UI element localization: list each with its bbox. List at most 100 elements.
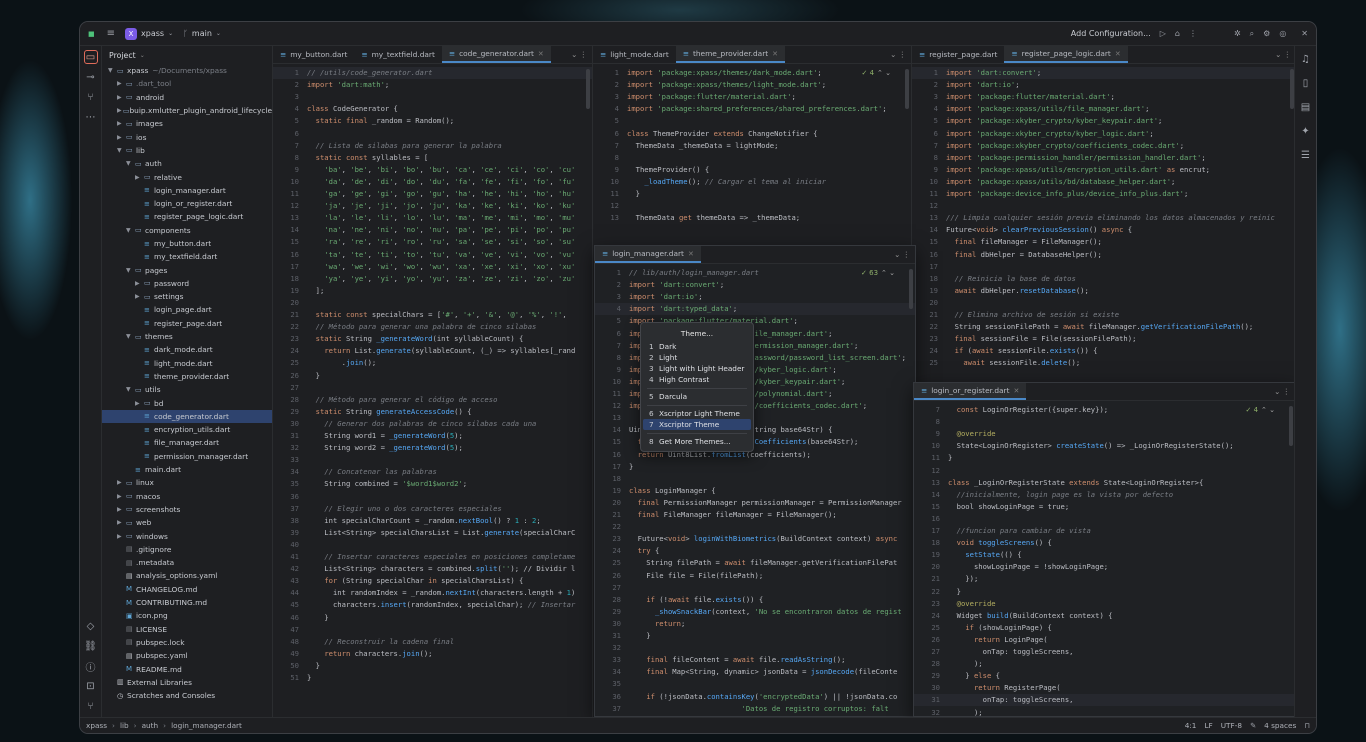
code-area[interactable]: ✓ 34⌃ ⌄1// /utils/code_generator.dart2im… xyxy=(273,65,592,717)
terminal-icon[interactable]: ⊡ xyxy=(84,679,98,693)
tree-item[interactable]: ▤ .gitignore xyxy=(102,543,272,556)
code-line[interactable]: import 'dart:typed_data'; xyxy=(629,303,737,315)
services-icon[interactable]: ⛓ xyxy=(84,639,98,653)
code-line[interactable]: 'ra', 're', 'ri', 'ro', 'ru', 'sa', 'se'… xyxy=(307,236,575,248)
commit-icon[interactable]: ⊸ xyxy=(84,70,98,84)
code-line[interactable]: import 'package:shared_preferences/share… xyxy=(627,103,887,115)
code-line[interactable]: // Método para generar el código de acce… xyxy=(307,394,498,406)
code-line[interactable]: const LoginOrRegister({super.key}); xyxy=(948,404,1108,416)
tree-item[interactable]: ≡ theme_provider.dart xyxy=(102,370,272,383)
tree-item[interactable]: ≡ my_textfield.dart xyxy=(102,250,272,263)
breadcrumb-item[interactable]: lib xyxy=(120,721,129,730)
lock-icon[interactable]: ⊓ xyxy=(1304,721,1310,730)
tree-item[interactable]: ≡ my_button.dart xyxy=(102,237,272,250)
code-line[interactable]: // Insertar caracteres especiales en pos… xyxy=(307,551,575,563)
editor-tab[interactable]: ≡ register_page.dart xyxy=(912,46,1004,63)
code-line[interactable]: bool showLoginPage = true; xyxy=(948,501,1070,513)
tree-item[interactable]: ≡ file_manager.dart xyxy=(102,436,272,449)
editor-tab[interactable]: ≡ register_page_logic.dart ✕ xyxy=(1004,46,1128,63)
tree-item[interactable]: ▼ ▭ themes xyxy=(102,330,272,343)
code-line[interactable]: 'da', 'de', 'di', 'do', 'du', 'fa', 'fe'… xyxy=(307,176,575,188)
code-line[interactable]: //funcion para cambiar de vista xyxy=(948,525,1091,537)
theme-option[interactable]: 8 Get More Themes... xyxy=(643,436,751,447)
tree-item[interactable]: M README.md xyxy=(102,662,272,675)
project-switcher[interactable]: xpass xyxy=(141,29,164,38)
tree-item[interactable]: ◷ Scratches and Consoles xyxy=(102,689,272,702)
theme-option[interactable]: 6 Xscriptor Light Theme xyxy=(643,408,751,419)
tree-item[interactable]: ≡ code_generator.dart xyxy=(102,409,272,424)
close-tab-icon[interactable]: ✕ xyxy=(1115,50,1121,58)
gem-icon[interactable]: ◇ xyxy=(84,619,98,633)
database-icon[interactable]: ▤ xyxy=(1299,100,1313,114)
editor-tab[interactable]: ≡ login_or_register.dart ✕ xyxy=(914,383,1027,400)
line-separator[interactable]: LF xyxy=(1204,721,1212,730)
vertical-scrollbar[interactable] xyxy=(586,69,590,109)
code-line[interactable]: return; xyxy=(629,618,685,630)
code-line[interactable]: _loadTheme(); // Cargar el tema al inici… xyxy=(627,176,826,188)
tree-item[interactable]: ▶ ▭ .dart_tool xyxy=(102,77,272,90)
tree-item[interactable]: ≡ encryption_utils.dart xyxy=(102,423,272,436)
code-line[interactable]: if (await sessionFile.exists()) { xyxy=(946,345,1098,357)
device-manager-icon[interactable]: ▯ xyxy=(1299,76,1313,90)
breadcrumb-item[interactable]: login_manager.dart xyxy=(171,721,242,730)
close-tab-icon[interactable]: ✕ xyxy=(688,250,694,258)
code-line[interactable]: 'wa', 'we', 'wi', 'wo', 'wu', 'xa', 'xe'… xyxy=(307,261,575,273)
file-encoding[interactable]: UTF-8 xyxy=(1221,721,1242,730)
breadcrumb-item[interactable]: auth xyxy=(142,721,159,730)
tree-item[interactable]: ▶ ▭ web xyxy=(102,516,272,529)
code-line[interactable]: static String _generateWord(int syllable… xyxy=(307,333,524,345)
code-line[interactable]: ThemeData get themeData => _themeData; xyxy=(627,212,800,224)
project-tool-icon[interactable]: ▭ xyxy=(83,50,98,64)
code-line[interactable]: await sessionFile.delete(); xyxy=(946,357,1080,369)
tree-item[interactable]: ▣ icon.png xyxy=(102,609,272,622)
tree-item[interactable]: ▶ ▭ android xyxy=(102,91,272,104)
code-line[interactable]: }); xyxy=(948,573,978,585)
code-style-icon[interactable]: ✎ xyxy=(1250,721,1256,730)
tree-item[interactable]: ≡ dark_mode.dart xyxy=(102,343,272,356)
code-line[interactable]: class _LoginOrRegisterState extends Stat… xyxy=(948,477,1203,489)
code-line[interactable]: static final _random = Random(); xyxy=(307,115,454,127)
code-line[interactable]: 'ga', 'ge', 'gi', 'go', 'gu', 'ha', 'he'… xyxy=(307,188,575,200)
code-line[interactable]: String combined = '$word1$word2'; xyxy=(307,478,467,490)
tree-item[interactable]: ▤ analysis_options.yaml xyxy=(102,569,272,582)
tree-item[interactable]: ▶ ▭ bd xyxy=(102,396,272,409)
tree-item[interactable]: ▶ ▭ settings xyxy=(102,290,272,303)
code-line[interactable]: onTap: toggleScreens, xyxy=(948,694,1074,706)
problems-icon[interactable]: ⓘ xyxy=(84,659,98,674)
code-line[interactable]: 'la', 'le', 'li', 'lo', 'lu', 'ma', 'me'… xyxy=(307,212,575,224)
theme-option[interactable]: 7 Xscriptor Theme xyxy=(643,419,751,430)
tree-item[interactable]: ▼ ▭ components xyxy=(102,224,272,237)
editor-tab[interactable]: ≡ login_manager.dart ✕ xyxy=(595,246,701,263)
tree-item[interactable]: ▤ pubspec.yaml xyxy=(102,649,272,662)
code-line[interactable]: // lib/auth/login_manager.dart xyxy=(629,267,759,279)
code-line[interactable]: final fileContent = await file.readAsStr… xyxy=(629,654,845,666)
tree-item[interactable]: M CONTRIBUTING.md xyxy=(102,596,272,609)
code-line[interactable]: final Map<String, dynamic> jsonData = js… xyxy=(629,666,897,678)
code-line[interactable]: await dbHelper.resetDatabase(); xyxy=(946,285,1089,297)
code-line[interactable]: } xyxy=(307,660,320,672)
code-line[interactable]: static const syllables = [ xyxy=(307,152,429,164)
code-line[interactable]: import 'package:xpass/themes/dark_mode.d… xyxy=(627,67,822,79)
code-line[interactable]: try { xyxy=(629,545,660,557)
code-area[interactable]: ✓ 4 ⌃ ⌄ 7 const LoginOrRegister({super.key… xyxy=(914,402,1295,716)
tree-item[interactable]: ≡ login_page.dart xyxy=(102,303,272,316)
code-line[interactable]: 'ta', 'te', 'ti', 'to', 'tu', 'va', 've'… xyxy=(307,249,575,261)
code-line[interactable]: } xyxy=(948,586,961,598)
vertical-scrollbar[interactable] xyxy=(909,269,913,309)
gear-icon[interactable]: ⚙ xyxy=(1263,29,1270,38)
tree-item[interactable]: ▶ ▭ buip.xmlutter_plugin_android_lifecycle xyxy=(102,104,272,117)
code-line[interactable]: class ThemeProvider extends ChangeNotifi… xyxy=(627,128,817,140)
code-line[interactable]: Future<void> clearPreviousSession() asyn… xyxy=(946,224,1132,236)
code-line[interactable]: import 'package:flutter/material.dart'; xyxy=(946,91,1115,103)
code-line[interactable]: class CodeGenerator { xyxy=(307,103,398,115)
tree-item[interactable]: ≡ permission_manager.dart xyxy=(102,450,272,463)
inspection-badge[interactable]: ✓ 4 ⌃ ⌄ xyxy=(1245,404,1275,416)
tree-item[interactable]: ▶ ▭ ios xyxy=(102,130,272,143)
code-line[interactable]: static String generateAccessCode() { xyxy=(307,406,472,418)
code-line[interactable]: String filePath = await fileManager.getV… xyxy=(629,557,897,569)
inspection-badge[interactable]: ✓ 63 ⌃ ⌄ xyxy=(861,267,895,279)
code-line[interactable]: import 'package:flutter/material.dart'; xyxy=(627,91,796,103)
code-line[interactable]: import 'package:xkyber_crypto/kyber_logi… xyxy=(946,128,1154,140)
project-panel-header[interactable]: Project ⌄ xyxy=(102,46,272,64)
code-line[interactable]: } xyxy=(307,612,328,624)
